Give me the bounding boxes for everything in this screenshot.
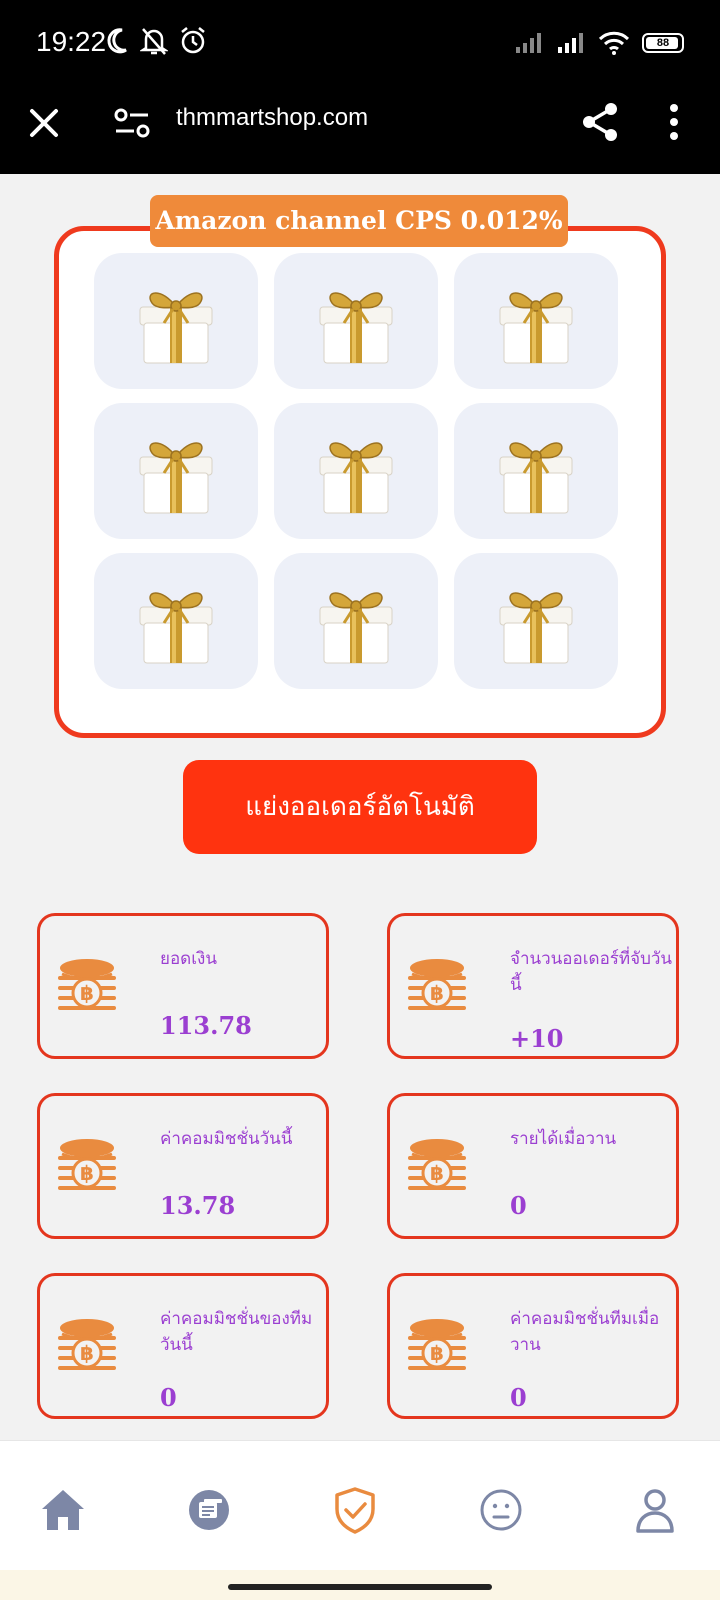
home-indicator[interactable] [228, 1584, 492, 1590]
svg-text:฿: ฿ [430, 1341, 444, 1365]
signal-icon [516, 33, 541, 53]
status-icons-left [104, 26, 208, 56]
stat-label: ค่าคอมมิชชั่นของทีมวันนี้ [160, 1309, 313, 1355]
site-settings-icon[interactable] [112, 105, 152, 141]
coin-stack-icon: ฿ [408, 959, 466, 1010]
status-bar: 19:22 88 [0, 0, 720, 88]
coin-stack-icon: ฿ [58, 1139, 116, 1190]
status-icons-right: 88 [514, 30, 684, 56]
moon-icon [107, 28, 127, 54]
battery-level: 88 [656, 37, 670, 49]
svg-text:฿: ฿ [80, 1341, 94, 1365]
url-text[interactable]: thmmartshop.com [176, 104, 368, 132]
bell-off-icon [140, 28, 168, 55]
bottom-nav [0, 1440, 720, 1570]
more-menu-icon[interactable] [660, 100, 688, 144]
shield-check-icon[interactable] [330, 1485, 380, 1535]
profile-icon[interactable] [630, 1485, 680, 1535]
gift-icon [139, 592, 213, 664]
coin-stack-icon: ฿ [408, 1319, 466, 1370]
stat-card: ฿ ค่าคอมมิชชั่นทีมเมื่อวาน 0 [387, 1273, 679, 1419]
gift-icon [499, 292, 573, 364]
close-icon[interactable] [24, 103, 64, 143]
svg-text:฿: ฿ [430, 1161, 444, 1185]
gift-box[interactable] [94, 553, 258, 689]
gift-icon [319, 592, 393, 664]
order-icon[interactable] [184, 1485, 234, 1535]
stat-label: จำนวนออเดอร์ที่จับวันนี้ [510, 949, 673, 995]
alarm-icon [181, 27, 205, 54]
gift-grid [54, 226, 666, 738]
gift-box[interactable] [94, 253, 258, 389]
gift-icon [139, 442, 213, 514]
stat-label: ยอดเงิน [160, 949, 217, 969]
stat-value: 113.78 [160, 1011, 252, 1040]
browser-bar: thmmartshop.com [0, 88, 720, 174]
gift-icon [139, 292, 213, 364]
signal-icon-2 [558, 33, 583, 53]
stat-card: ฿ ค่าคอมมิชชั่นของทีมวันนี้ 0 [37, 1273, 329, 1419]
home-icon[interactable] [38, 1485, 88, 1535]
share-icon[interactable] [578, 100, 622, 144]
gift-icon [499, 592, 573, 664]
svg-text:฿: ฿ [80, 1161, 94, 1185]
gift-box[interactable] [94, 403, 258, 539]
coin-stack-icon: ฿ [408, 1139, 466, 1190]
stat-label: ค่าคอมมิชชั่นวันนี้ [160, 1129, 293, 1149]
battery-icon: 88 [642, 33, 684, 53]
stat-value: 0 [160, 1383, 177, 1412]
svg-text:฿: ฿ [80, 981, 94, 1005]
svg-text:฿: ฿ [430, 981, 444, 1005]
stat-card: ฿ รายได้เมื่อวาน 0 [387, 1093, 679, 1239]
gift-box[interactable] [454, 253, 618, 389]
gift-box[interactable] [454, 403, 618, 539]
channel-banner: Amazon channel CPS 0.012% [150, 195, 568, 247]
chat-face-icon[interactable] [476, 1485, 526, 1535]
gift-icon [319, 292, 393, 364]
gift-box[interactable] [454, 553, 618, 689]
stat-card: ฿ จำนวนออเดอร์ที่จับวันนี้ +10 [387, 913, 679, 1059]
coin-stack-icon: ฿ [58, 959, 116, 1010]
auto-grab-order-button[interactable]: แย่งออเดอร์อัตโนมัติ [183, 760, 537, 854]
stat-value: 0 [510, 1383, 527, 1412]
gift-box[interactable] [274, 403, 438, 539]
gift-icon [319, 442, 393, 514]
status-time: 19:22 [36, 26, 107, 57]
stat-value: 13.78 [160, 1191, 236, 1220]
stat-value: 0 [510, 1191, 527, 1220]
stat-card: ฿ ยอดเงิน 113.78 [37, 913, 329, 1059]
stat-value: +10 [510, 1024, 564, 1053]
gift-icon [499, 442, 573, 514]
stat-label: รายได้เมื่อวาน [510, 1129, 617, 1149]
stat-label: ค่าคอมมิชชั่นทีมเมื่อวาน [510, 1309, 660, 1355]
wifi-icon [598, 31, 630, 55]
gift-box[interactable] [274, 553, 438, 689]
gift-box[interactable] [274, 253, 438, 389]
coin-stack-icon: ฿ [58, 1319, 116, 1370]
stat-card: ฿ ค่าคอมมิชชั่นวันนี้ 13.78 [37, 1093, 329, 1239]
gesture-bar [0, 1570, 720, 1600]
